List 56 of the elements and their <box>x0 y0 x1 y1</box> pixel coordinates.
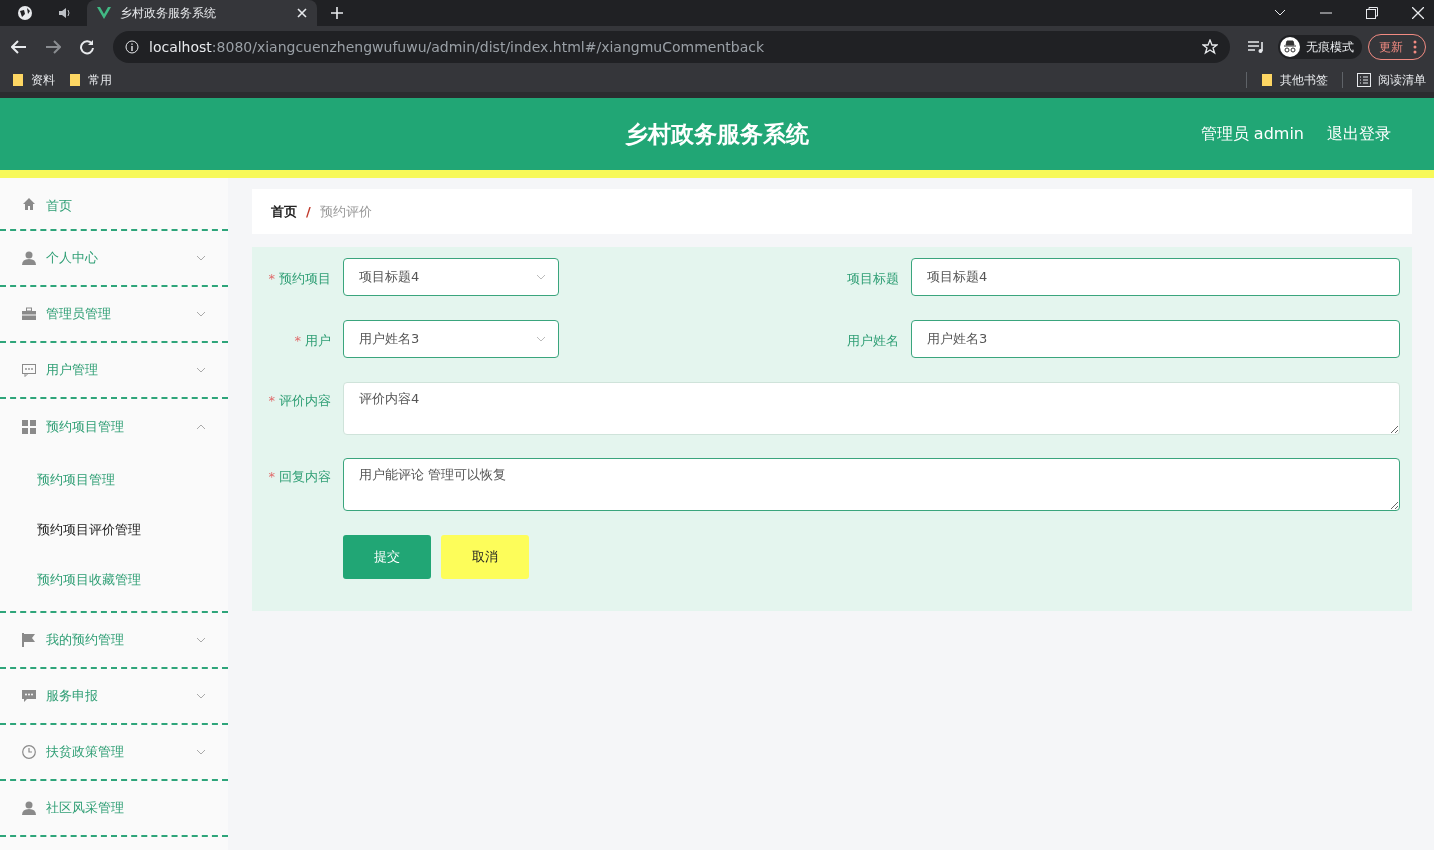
incognito-icon <box>1280 37 1300 57</box>
restore-icon[interactable] <box>1366 7 1378 19</box>
cancel-button[interactable]: 取消 <box>441 535 529 579</box>
incognito-chip[interactable]: 无痕模式 <box>1278 35 1362 59</box>
text-field[interactable]: 项目标题4 <box>911 258 1400 296</box>
field-label: * 用户 <box>293 332 332 350</box>
chat-icon <box>22 363 36 377</box>
close-icon[interactable] <box>1412 7 1424 19</box>
home-icon <box>22 197 36 211</box>
message-icon <box>22 689 36 703</box>
star-icon[interactable] <box>1202 39 1218 55</box>
back-icon[interactable] <box>11 40 27 54</box>
address-field[interactable]: localhost:8080/xiangcuenzhengwufuwu/admin/dist/index.html#/xiangmuCommentback <box>113 31 1230 63</box>
flag-icon <box>22 633 36 647</box>
browser-tab[interactable]: 乡村政务服务系统 <box>87 0 317 26</box>
field-label: 用户姓名 <box>847 332 900 350</box>
grid-icon <box>22 420 36 434</box>
v-logo-icon <box>97 7 111 19</box>
more-icon <box>1413 40 1417 54</box>
text-field[interactable]: 用户姓名3 <box>911 320 1400 358</box>
reload-icon[interactable] <box>79 39 95 55</box>
app-title: 乡村政务服务系统 <box>625 119 809 149</box>
globe-icon[interactable] <box>17 5 33 21</box>
field-label: * 预约项目 <box>267 270 332 288</box>
submenu-item[interactable]: 预约项目评价管理 <box>0 505 228 555</box>
playlist-icon[interactable] <box>1248 40 1266 54</box>
breadcrumb-item[interactable]: 首页 <box>271 202 297 221</box>
chevron-down-icon <box>536 274 546 280</box>
info-icon[interactable] <box>125 40 139 54</box>
bookmark[interactable]: 其他书签 <box>1261 71 1328 89</box>
reading-list-button[interactable]: 阅读清单 <box>1357 71 1426 89</box>
close-icon[interactable] <box>297 8 307 18</box>
user-name: 管理员 admin <box>1200 124 1304 145</box>
user-icon <box>22 801 36 815</box>
speaker-icon[interactable] <box>57 6 71 20</box>
briefcase-icon <box>22 307 36 321</box>
breadcrumb-separator: / <box>306 204 311 219</box>
url-text: localhost:8080/xiangcuenzhengwufuwu/admin/dist/index.html#/xiangmuCommentback <box>149 39 766 55</box>
clock-icon <box>22 745 36 759</box>
tab-title: 乡村政务服务系统 <box>120 4 217 22</box>
field-label: * 评价内容 <box>267 392 332 410</box>
text-area[interactable]: 用户能评论 管理可以恢复 <box>343 458 1400 511</box>
breadcrumb-item: 预约评价 <box>319 202 372 221</box>
user-icon <box>22 251 36 265</box>
field-label: 项目标题 <box>847 270 900 288</box>
dropdown-field[interactable]: 项目标题4 <box>343 258 559 296</box>
list-icon <box>1357 73 1371 87</box>
dropdown-field[interactable]: 用户姓名3 <box>343 320 559 358</box>
forward-icon[interactable] <box>45 40 61 54</box>
text-area[interactable]: 评价内容4 <box>343 382 1400 435</box>
bookmark[interactable]: 常用 <box>69 71 112 89</box>
chevron-down-icon[interactable] <box>1274 9 1286 17</box>
bookmark[interactable]: 资料 <box>12 71 55 89</box>
chevron-down-icon <box>536 336 546 342</box>
plus-icon[interactable] <box>331 7 343 19</box>
field-label: * 回复内容 <box>267 468 332 486</box>
